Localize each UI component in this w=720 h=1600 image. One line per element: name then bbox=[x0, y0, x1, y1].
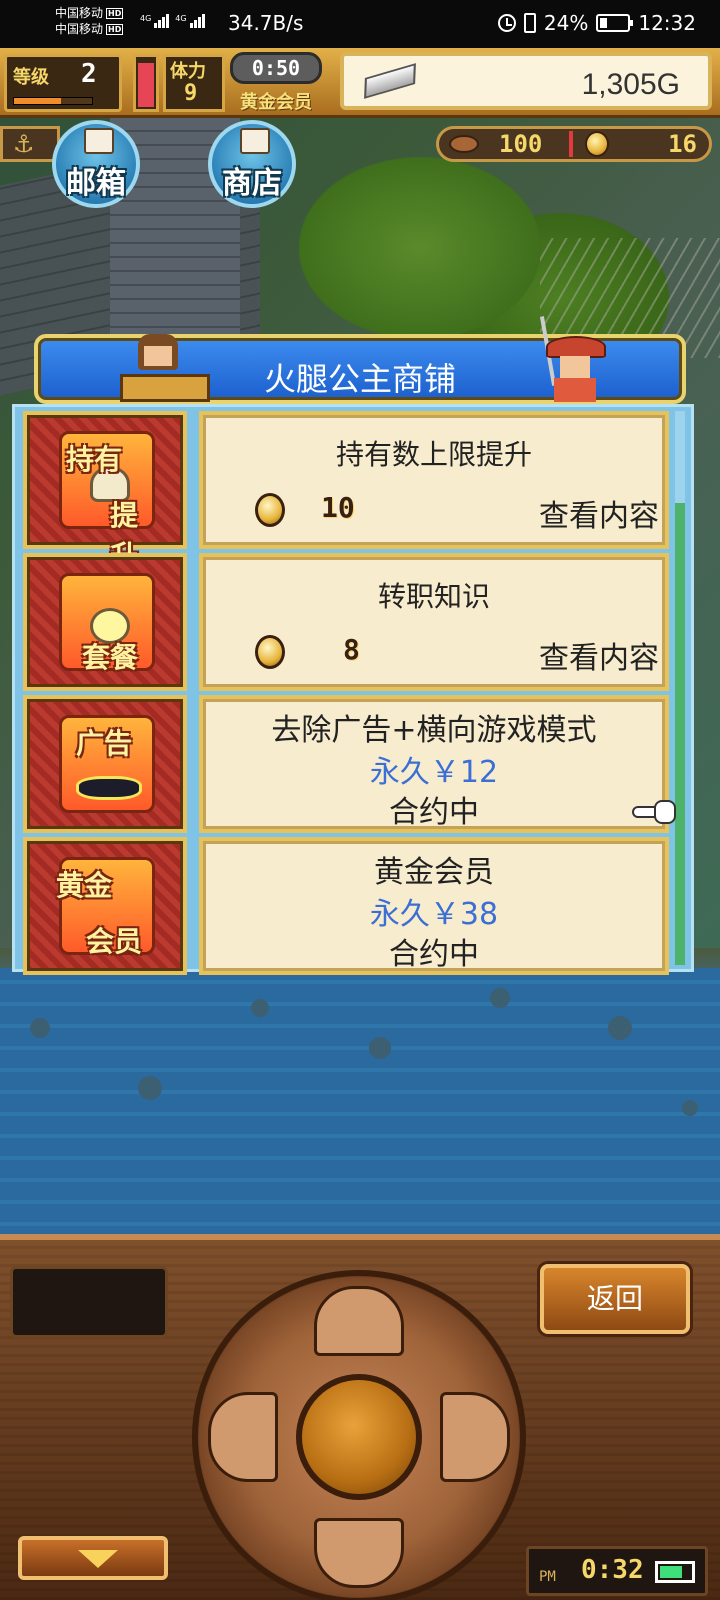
item-price: 8 bbox=[343, 633, 360, 666]
stamina-gauge bbox=[133, 54, 159, 112]
item-price: 永久￥12 bbox=[369, 755, 499, 790]
back-button[interactable]: 返回 bbox=[540, 1264, 690, 1334]
carrier-2: 中国移动 bbox=[55, 22, 104, 36]
gold-member-icon: 黄金 会员 bbox=[56, 857, 155, 958]
stamina-value: 9 bbox=[184, 81, 198, 106]
signal-icon: 4G bbox=[175, 14, 205, 28]
hd-badge: HD bbox=[106, 23, 124, 35]
view-details-button[interactable]: 查看内容 bbox=[539, 491, 659, 535]
vibrate-icon bbox=[523, 13, 536, 33]
down-arrow-icon bbox=[78, 1550, 118, 1568]
mailbox-button[interactable]: 邮箱 bbox=[52, 120, 140, 208]
item-name: 转职知识 bbox=[377, 580, 490, 613]
package-bulb-icon: 套餐 bbox=[59, 573, 155, 674]
stamina-panel: 体力 9 bbox=[163, 54, 225, 112]
level-value: 2 bbox=[81, 59, 97, 89]
carrier-1: 中国移动 bbox=[55, 6, 104, 20]
ad-tv-icon: 广告 bbox=[59, 715, 155, 813]
menu-toggle-button[interactable] bbox=[18, 1536, 168, 1580]
knight-sprite bbox=[539, 316, 610, 408]
carrier-info: 中国移动 HD 中国移动 HD bbox=[55, 5, 124, 37]
meat-icon bbox=[449, 135, 479, 153]
item-name: 持有数上限提升 bbox=[335, 438, 532, 471]
system-status-bar: 中国移动 HD 中国移动 HD 4G 4G 34.7B/s 24% 12:32 bbox=[0, 0, 720, 48]
anchor-icon: ⚓ bbox=[13, 130, 35, 158]
shop-button[interactable]: 商店 bbox=[208, 120, 296, 208]
stamina-label: 体力 bbox=[170, 61, 206, 82]
dpad-right[interactable] bbox=[440, 1392, 510, 1482]
battery-percent: 24% bbox=[543, 11, 589, 35]
shop-item-gold-member[interactable]: 黄金 会员 黄金会员 永久￥38 合约中 bbox=[23, 837, 669, 975]
level-panel: 等级 2 bbox=[4, 54, 122, 112]
game-clock: PM 0:32 bbox=[526, 1546, 708, 1596]
coin-count: 16 bbox=[668, 130, 697, 158]
shop-item-capacity[interactable]: 持有 提升 持有数上限提升 10 查看内容 bbox=[23, 411, 669, 572]
clock: 12:32 bbox=[638, 11, 696, 35]
gold-amount: 1,305G bbox=[581, 68, 680, 101]
coin-icon bbox=[585, 131, 609, 157]
shop-item-remove-ads[interactable]: 广告 去除广告+横向游戏模式 永久￥12 合约中 bbox=[23, 695, 669, 833]
item-price: 永久￥38 bbox=[369, 897, 499, 932]
item-price: 10 bbox=[321, 491, 355, 524]
top-hud: 等级 2 体力 9 0:50 黄金会员 1,305G bbox=[0, 48, 720, 118]
item-icon: 广告 bbox=[23, 695, 187, 833]
clock-time: 0:32 bbox=[581, 1555, 644, 1585]
info-screen bbox=[10, 1266, 168, 1338]
shop-item-list[interactable]: 持有 提升 持有数上限提升 10 查看内容 套餐 转职知识 bbox=[12, 404, 694, 975]
resource-panel: 100 16 bbox=[436, 126, 712, 162]
silver-bar-icon bbox=[364, 63, 416, 99]
item-name: 去除广告+横向游戏模式 bbox=[271, 713, 597, 748]
item-icon: 套餐 bbox=[23, 553, 187, 691]
item-status: 合约中 bbox=[389, 795, 479, 830]
vip-label: 黄金会员 bbox=[240, 92, 312, 113]
item-status: 合约中 bbox=[389, 937, 479, 972]
exp-bar bbox=[13, 97, 93, 105]
stamina-timer: 0:50 bbox=[230, 52, 322, 84]
dpad-down[interactable] bbox=[314, 1518, 404, 1588]
anchor-button[interactable]: ⚓ bbox=[0, 126, 60, 162]
signal-icon: 4G bbox=[140, 14, 170, 28]
item-name: 黄金会员 bbox=[374, 855, 494, 890]
mailbox-icon bbox=[84, 128, 114, 154]
battery-icon bbox=[655, 1561, 695, 1583]
net-speed: 34.7B/s bbox=[228, 11, 304, 35]
control-console: 返回 PM 0:32 bbox=[0, 1234, 720, 1600]
shop-item-job-knowledge[interactable]: 套餐 转职知识 8 查看内容 bbox=[23, 553, 669, 691]
shop-cat-icon bbox=[240, 128, 270, 154]
coin-icon bbox=[255, 493, 285, 527]
item-content[interactable]: 持有数上限提升 10 查看内容 bbox=[199, 411, 669, 549]
hd-badge: HD bbox=[106, 7, 124, 19]
dpad[interactable] bbox=[192, 1270, 526, 1600]
dpad-left[interactable] bbox=[208, 1392, 278, 1482]
capacity-bag-icon: 持有 提升 bbox=[59, 431, 155, 572]
shop-label: 商店 bbox=[222, 166, 282, 201]
dpad-up[interactable] bbox=[314, 1286, 404, 1356]
gold-display: 1,305G bbox=[340, 52, 712, 110]
hand-pointer-icon bbox=[632, 798, 678, 826]
scrollbar-thumb[interactable] bbox=[675, 503, 685, 965]
signal-icons: 4G 4G bbox=[140, 14, 205, 28]
view-details-button[interactable]: 查看内容 bbox=[539, 633, 659, 677]
item-content[interactable]: 去除广告+横向游戏模式 永久￥12 合约中 bbox=[199, 695, 669, 833]
meat-count: 100 bbox=[499, 130, 543, 158]
item-icon: 黄金 会员 bbox=[23, 837, 187, 975]
game-view[interactable]: 等级 2 体力 9 0:50 黄金会员 1,305G ⚓ 邮箱 商店 100 1… bbox=[0, 48, 720, 1600]
item-icon: 持有 提升 bbox=[23, 411, 187, 572]
item-content[interactable]: 转职知识 8 查看内容 bbox=[199, 553, 669, 691]
battery-icon bbox=[596, 14, 634, 32]
alarm-icon bbox=[497, 14, 516, 32]
shop-header: 火腿公主商铺 bbox=[34, 316, 686, 404]
dpad-center-button[interactable] bbox=[296, 1374, 422, 1500]
coin-icon bbox=[255, 635, 285, 669]
level-label: 等级 bbox=[13, 67, 49, 88]
list-scrollbar[interactable] bbox=[675, 411, 685, 965]
secondary-hud: ⚓ 邮箱 商店 100 16 bbox=[0, 120, 720, 208]
clock-ampm: PM bbox=[539, 1569, 556, 1585]
mailbox-label: 邮箱 bbox=[66, 166, 126, 201]
item-content[interactable]: 黄金会员 永久￥38 合约中 bbox=[199, 837, 669, 975]
